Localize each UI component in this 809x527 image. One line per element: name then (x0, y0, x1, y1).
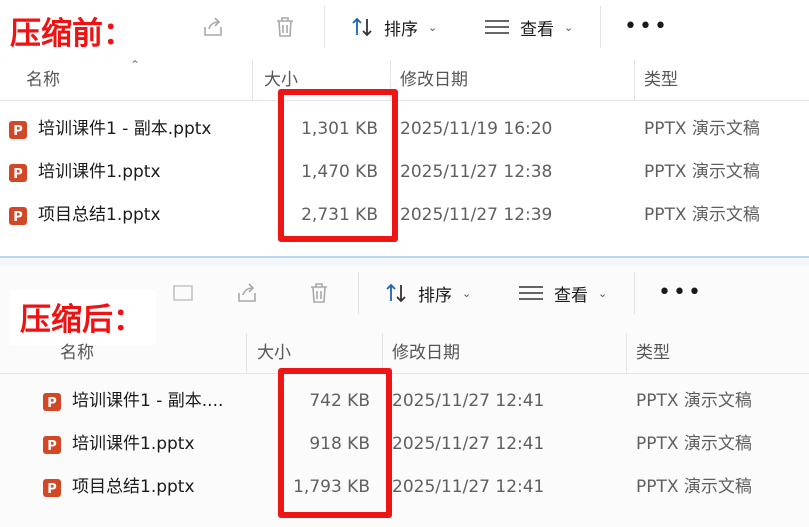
file-type: PPTX 演示文稿 (636, 391, 752, 411)
sort-button[interactable]: 排序 ⌄ (384, 278, 471, 308)
file-name: 培训课件1 - 副本.... (72, 391, 224, 411)
file-row[interactable]: P 项目总结1.pptx 1,793 KB 2025/11/27 12:41 P… (0, 466, 809, 509)
file-date: 2025/11/27 12:41 (392, 434, 545, 454)
chevron-down-icon: ⌄ (428, 20, 438, 34)
file-row[interactable]: P 培训课件1 - 副本.pptx 1,301 KB 2025/11/19 16… (0, 108, 809, 151)
pptx-file-icon: P (9, 121, 27, 139)
explorer-after: 排序 ⌄ 查看 ⌄ ••• 压缩后： 名称 大小 修改日期 类型 P 培训课件1… (0, 266, 809, 527)
chevron-down-icon: ⌄ (598, 286, 608, 300)
file-date: 2025/11/27 12:38 (400, 162, 553, 182)
size-highlight-box (278, 89, 398, 242)
column-separator[interactable] (634, 60, 635, 100)
file-type: PPTX 演示文稿 (636, 434, 752, 454)
view-button[interactable]: 查看 ⌄ (484, 12, 573, 42)
pptx-file-icon: P (9, 164, 27, 182)
sort-label: 排序 (418, 285, 452, 306)
section-title-before: 压缩前： (0, 4, 146, 59)
column-header-date[interactable]: 修改日期 (400, 60, 468, 100)
list-view-icon (485, 20, 509, 34)
column-separator[interactable] (382, 333, 383, 373)
column-header-date[interactable]: 修改日期 (392, 333, 460, 373)
file-type: PPTX 演示文稿 (644, 205, 760, 225)
file-name: 项目总结1.pptx (72, 477, 195, 497)
view-label: 查看 (554, 285, 588, 306)
column-header-size[interactable]: 大小 (257, 333, 291, 373)
column-header-type[interactable]: 类型 (644, 60, 678, 100)
sort-icon (352, 17, 372, 37)
size-highlight-box (278, 368, 392, 518)
svg-text:P: P (47, 439, 57, 454)
file-name: 项目总结1.pptx (38, 205, 161, 225)
rename-icon[interactable] (170, 280, 196, 306)
sort-caret-icon: ⌃ (130, 58, 141, 72)
file-date: 2025/11/27 12:39 (400, 205, 553, 225)
more-options-button[interactable]: ••• (624, 14, 669, 39)
more-options-button[interactable]: ••• (658, 280, 703, 305)
column-separator[interactable] (626, 333, 627, 373)
file-date: 2025/11/19 16:20 (400, 119, 553, 139)
sort-button[interactable]: 排序 ⌄ (350, 12, 437, 42)
view-label: 查看 (520, 19, 554, 40)
chevron-down-icon: ⌄ (564, 20, 574, 34)
delete-icon[interactable] (306, 280, 332, 306)
file-row[interactable]: P 培训课件1.pptx 918 KB 2025/11/27 12:41 PPT… (0, 423, 809, 466)
sort-label: 排序 (384, 19, 418, 40)
file-date: 2025/11/27 12:41 (392, 391, 545, 411)
toolbar-separator (324, 6, 325, 48)
toolbar-separator (358, 272, 359, 314)
svg-text:P: P (47, 396, 57, 411)
column-header-row: ⌃ 名称 大小 修改日期 类型 (0, 58, 809, 101)
file-row[interactable]: P 培训课件1.pptx 1,470 KB 2025/11/27 12:38 P… (0, 151, 809, 194)
column-separator[interactable] (246, 333, 247, 373)
column-separator[interactable] (252, 60, 253, 100)
pptx-file-icon: P (43, 479, 61, 497)
file-row[interactable]: P 项目总结1.pptx 2,731 KB 2025/11/27 12:39 P… (0, 194, 809, 237)
column-header-name[interactable]: 名称 (26, 60, 60, 100)
chevron-down-icon: ⌄ (462, 286, 472, 300)
pptx-file-icon: P (43, 393, 61, 411)
file-type: PPTX 演示文稿 (644, 119, 760, 139)
column-header-name[interactable]: 名称 (60, 333, 94, 373)
share-icon[interactable] (234, 280, 260, 306)
svg-text:P: P (13, 210, 23, 225)
explorer-before: 排序 ⌄ 查看 ⌄ ••• 压缩前： ⌃ 名称 大小 修改日期 类型 P 培训课… (0, 0, 809, 258)
sort-icon (386, 283, 406, 303)
list-view-icon (519, 286, 543, 300)
column-header-type[interactable]: 类型 (636, 333, 670, 373)
svg-text:P: P (47, 482, 57, 497)
pptx-file-icon: P (9, 207, 27, 225)
svg-text:P: P (13, 124, 23, 139)
file-date: 2025/11/27 12:41 (392, 477, 545, 497)
file-type: PPTX 演示文稿 (636, 477, 752, 497)
view-button[interactable]: 查看 ⌄ (518, 278, 607, 308)
column-header-row: 名称 大小 修改日期 类型 (0, 333, 809, 374)
share-icon[interactable] (200, 14, 226, 40)
svg-text:P: P (13, 167, 23, 182)
file-name: 培训课件1.pptx (38, 162, 161, 182)
delete-icon[interactable] (272, 14, 298, 40)
pptx-file-icon: P (43, 436, 61, 454)
file-name: 培训课件1 - 副本.pptx (38, 119, 212, 139)
file-row[interactable]: P 培训课件1 - 副本.... 742 KB 2025/11/27 12:41… (0, 380, 809, 423)
file-name: 培训课件1.pptx (72, 434, 195, 454)
file-type: PPTX 演示文稿 (644, 162, 760, 182)
toolbar-separator (634, 272, 635, 314)
toolbar-separator (600, 6, 601, 48)
